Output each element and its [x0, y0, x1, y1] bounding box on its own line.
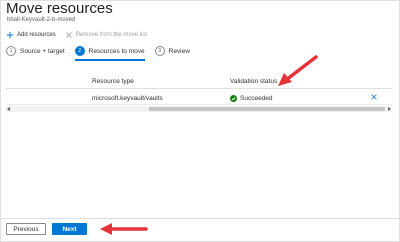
scrollbar-thumb[interactable] [149, 107, 385, 111]
validation-status-cell: Succeeded [230, 95, 273, 102]
checkmark-circle-icon [230, 95, 237, 102]
step-label: Resources to move [88, 47, 145, 55]
status-text: Succeeded [240, 95, 273, 102]
resource-type-cell: microsoft.keyvault/vaults [92, 95, 163, 102]
step-label: Source + target [20, 47, 65, 55]
step-label: Review [168, 47, 190, 55]
column-header-validation-status[interactable]: Validation status [230, 78, 277, 85]
close-icon[interactable] [370, 93, 378, 101]
next-button[interactable]: Next [52, 223, 87, 235]
command-bar: Add resources Remove from the move list [6, 29, 156, 41]
step-number-badge: 1 [6, 46, 16, 56]
step-number-badge: 3 [154, 46, 165, 56]
more-options-button[interactable]: ··· [91, 0, 103, 11]
step-review[interactable]: 3 Review [154, 44, 190, 58]
step-resources-to-move[interactable]: 2 Resources to move [74, 44, 145, 61]
step-source-target[interactable]: 1 Source + target [6, 44, 65, 58]
remove-from-move-list-button[interactable]: Remove from the move list [65, 31, 147, 39]
row-divider [6, 104, 392, 105]
step-number-badge: 2 [74, 46, 85, 56]
scroll-right-icon[interactable] [388, 107, 391, 111]
footer-divider [0, 218, 400, 219]
page-subtitle: bball-Keyvault-2-b-moved [7, 17, 76, 23]
horizontal-scrollbar[interactable] [6, 106, 392, 112]
wizard-steps: 1 Source + target 2 Resources to move 3 … [6, 44, 200, 61]
scroll-left-icon[interactable] [7, 107, 10, 111]
previous-button[interactable]: Previous [6, 223, 46, 235]
remove-from-move-list-label: Remove from the move list [75, 32, 148, 38]
header-divider [6, 88, 392, 89]
plus-icon [6, 31, 14, 39]
add-resources-button[interactable]: Add resources [6, 31, 56, 39]
close-icon [65, 32, 72, 38]
add-resources-label: Add resources [17, 32, 56, 38]
column-header-resource-type[interactable]: Resource type [92, 78, 134, 85]
